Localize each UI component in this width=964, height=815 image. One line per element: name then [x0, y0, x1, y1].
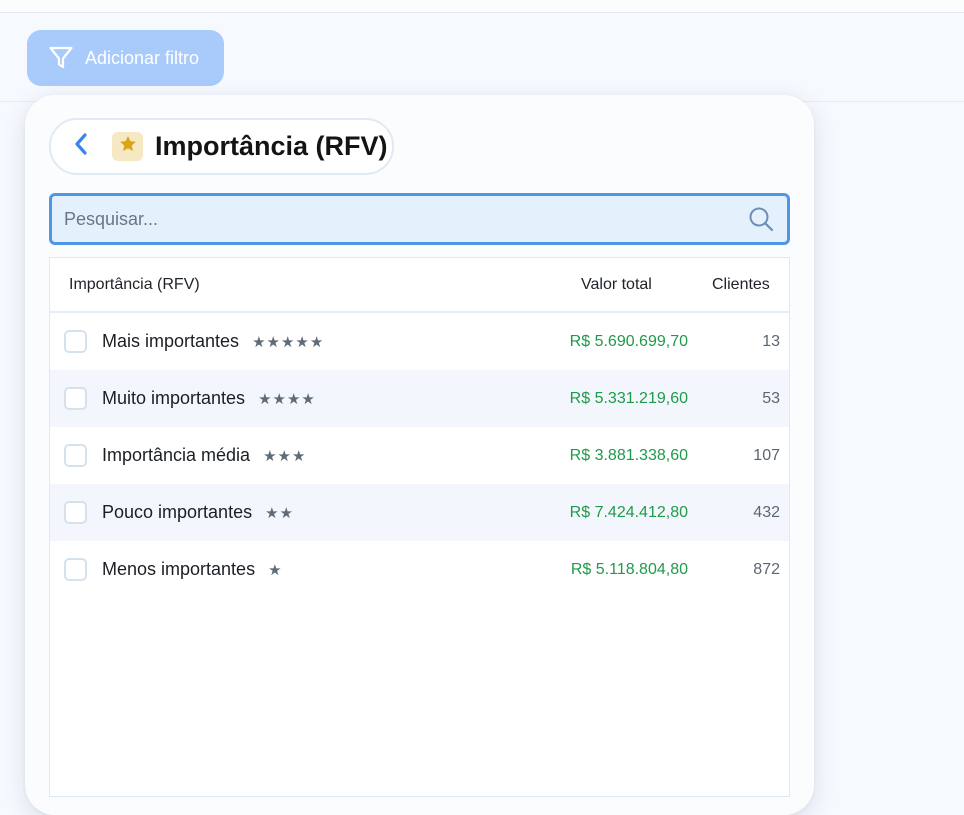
search-icon[interactable] [747, 205, 775, 233]
row-label-text: Pouco importantes [102, 502, 253, 522]
chevron-left-icon [73, 132, 89, 161]
row-total-value: R$ 5.690.699,70 [569, 332, 688, 350]
table-header: Importância (RFV) Valor total Clientes [50, 258, 789, 313]
column-header-value[interactable]: Valor total [581, 276, 652, 294]
rating-stars: ★★★★ [258, 390, 316, 408]
top-bar [0, 0, 964, 13]
column-header-name[interactable]: Importância (RFV) [69, 276, 200, 294]
row-label: Mais importantes ★★★★★ [102, 331, 324, 352]
table-row[interactable]: Menos importantes ★ R$ 5.118.804,80 872 [50, 541, 789, 598]
row-label-text: Importância média [102, 445, 251, 465]
row-label: Muito importantes ★★★★ [102, 388, 316, 409]
row-client-count: 872 [753, 560, 780, 578]
filter-icon [48, 45, 74, 71]
table-row[interactable]: Mais importantes ★★★★★ R$ 5.690.699,70 1… [50, 313, 789, 370]
row-total-value: R$ 7.424.412,80 [569, 503, 688, 521]
row-total-value: R$ 5.118.804,80 [570, 560, 688, 578]
row-checkbox[interactable] [64, 558, 87, 581]
row-label: Pouco importantes ★★ [102, 502, 294, 523]
search-field[interactable] [49, 193, 790, 245]
row-checkbox[interactable] [64, 387, 87, 410]
table-row[interactable]: Muito importantes ★★★★ R$ 5.331.219,60 5… [50, 370, 789, 427]
row-total-value: R$ 3.881.338,60 [569, 446, 688, 464]
table-row[interactable]: Pouco importantes ★★ R$ 7.424.412,80 432 [50, 484, 789, 541]
column-header-clients[interactable]: Clientes [712, 276, 770, 294]
row-checkbox[interactable] [64, 444, 87, 467]
star-badge [112, 132, 143, 161]
row-client-count: 13 [762, 332, 780, 350]
row-label-text: Muito importantes [102, 388, 246, 408]
add-filter-label: Adicionar filtro [85, 47, 200, 68]
row-checkbox[interactable] [64, 501, 87, 524]
rating-stars: ★★★★★ [252, 333, 325, 351]
row-client-count: 53 [762, 389, 780, 407]
row-label-text: Menos importantes [102, 559, 256, 579]
star-icon [118, 134, 138, 159]
panel-header: Importância (RFV) [49, 118, 394, 175]
options-table: Importância (RFV) Valor total Clientes M… [49, 257, 790, 797]
row-client-count: 107 [753, 446, 780, 464]
rating-stars: ★★★ [263, 447, 307, 465]
back-button[interactable] [67, 133, 95, 161]
rating-stars: ★ [268, 561, 283, 579]
add-filter-button[interactable]: Adicionar filtro [27, 30, 224, 86]
row-checkbox[interactable] [64, 330, 87, 353]
search-input[interactable] [52, 196, 747, 242]
panel-title: Importância (RFV) [155, 131, 388, 161]
row-label: Importância média ★★★ [102, 445, 306, 466]
row-total-value: R$ 5.331.219,60 [569, 389, 688, 407]
rating-stars: ★★ [265, 504, 294, 522]
row-label-text: Mais importantes [102, 331, 240, 351]
table-row[interactable]: Importância média ★★★ R$ 3.881.338,60 10… [50, 427, 789, 484]
row-client-count: 432 [753, 503, 780, 521]
filter-panel: Importância (RFV) Importância (RFV) Valo… [25, 95, 814, 815]
row-label: Menos importantes ★ [102, 559, 283, 580]
